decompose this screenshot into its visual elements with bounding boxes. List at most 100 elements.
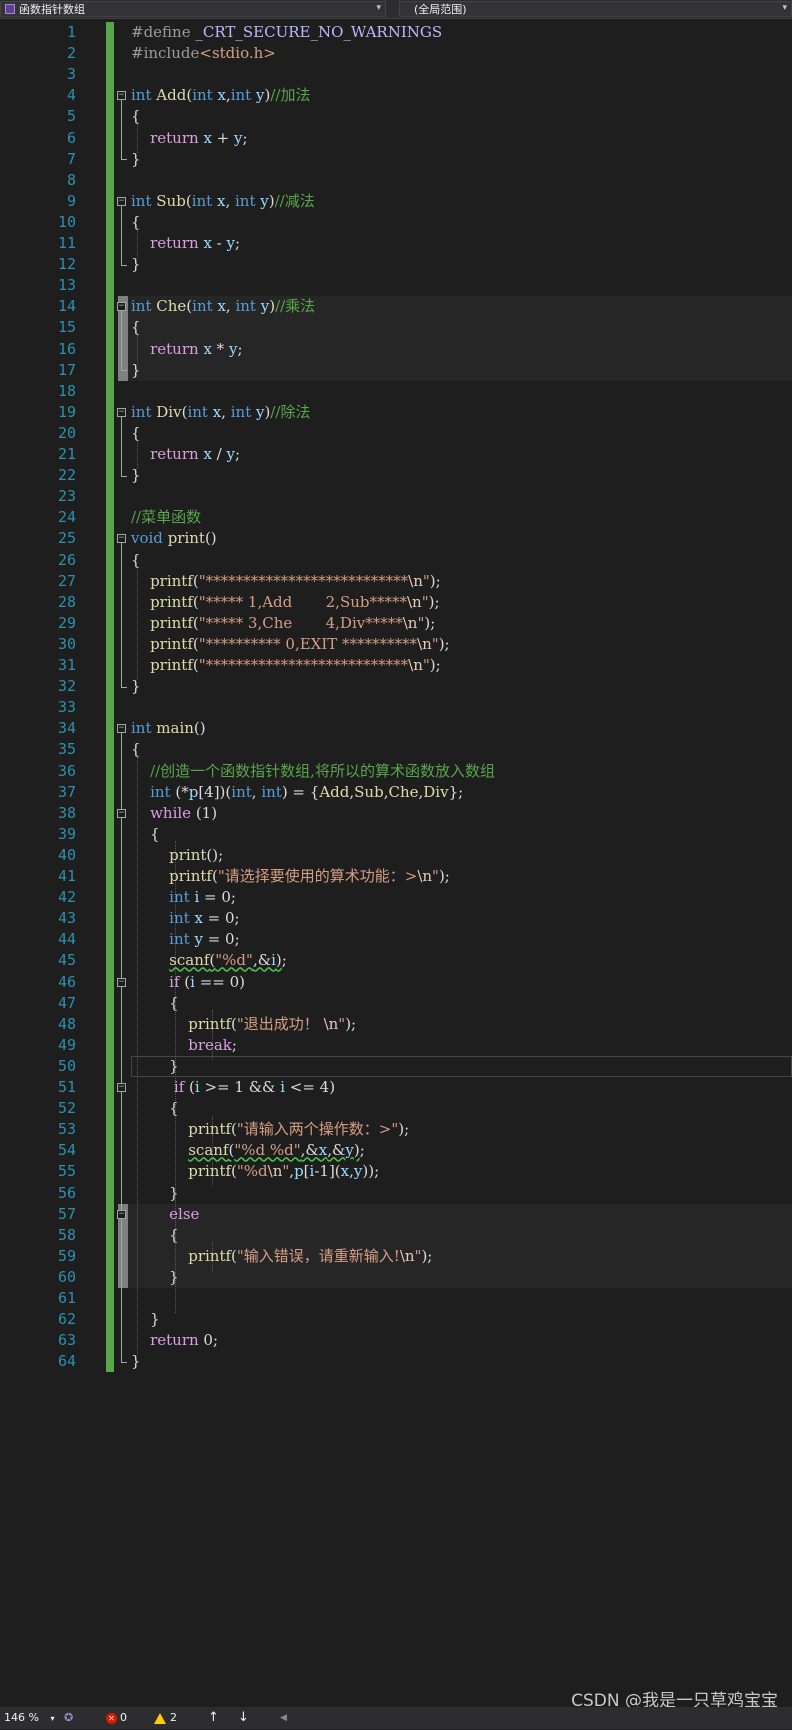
line-number: 54: [57, 1141, 76, 1160]
collapse-icon[interactable]: −: [117, 1209, 126, 1219]
code-token: "请输入两个操作数：>": [236, 1120, 399, 1139]
code-line-6: return x + y;: [150, 128, 248, 147]
code-token: int: [131, 191, 152, 210]
code-token: "退出成功！: [236, 1014, 324, 1033]
code-line-58: {: [131, 1225, 179, 1244]
line-number: 20: [57, 423, 76, 442]
fold-guide: [121, 733, 122, 1362]
code-line-53: printf("请输入两个操作数：>");: [188, 1120, 410, 1139]
code-line-32: }: [131, 677, 141, 696]
code-token: int: [235, 297, 256, 316]
code-token: Che: [388, 782, 419, 801]
arrow-up-icon[interactable]: ↑: [208, 1707, 219, 1729]
line-number: 51: [57, 1078, 76, 1096]
line-number: 2: [66, 44, 76, 63]
code-token: x: [194, 909, 203, 928]
code-token: x: [203, 445, 212, 463]
warning-indicator[interactable]: 2: [154, 1707, 177, 1729]
line-number: 10: [57, 212, 76, 231]
file-scope-dropdown[interactable]: 函数指针数组 ▾: [0, 1, 386, 17]
line-number: 6: [66, 128, 76, 147]
collapse-icon[interactable]: −: [117, 196, 126, 206]
arrow-down-icon[interactable]: ↓: [238, 1707, 249, 1729]
comment: //减法: [274, 191, 315, 210]
line-number: 43: [57, 909, 76, 928]
code-token: \n: [267, 1162, 283, 1181]
comment: //菜单函数: [131, 508, 202, 527]
line-number: 36: [57, 761, 76, 780]
code-token: i: [194, 888, 200, 907]
line-number: 24: [57, 508, 76, 527]
code-token: i: [309, 1162, 315, 1181]
code-token: y: [234, 128, 243, 147]
code-token: p: [294, 1162, 304, 1181]
code-line-12: }: [131, 255, 141, 274]
code-token: ": [432, 867, 439, 885]
collapse-icon[interactable]: −: [117, 534, 126, 544]
code-line-19: int Div(int x, int y)//除法: [131, 402, 311, 421]
collapse-icon[interactable]: −: [117, 724, 126, 734]
collapse-icon[interactable]: −: [117, 407, 126, 417]
code-token: int: [150, 782, 171, 801]
line-number: 26: [57, 550, 76, 569]
line-number: 21: [57, 445, 76, 463]
code-line-57: else: [131, 1204, 792, 1225]
directive: #include: [131, 44, 200, 63]
code-token: p: [188, 782, 199, 801]
line-number: 28: [57, 592, 76, 611]
comment: //除法: [270, 402, 311, 421]
collapse-icon[interactable]: −: [117, 302, 126, 312]
error-indicator[interactable]: ✕ 0: [106, 1707, 127, 1729]
line-number: 40: [57, 845, 76, 864]
code-token: scanf("%d %d",&x,&y): [188, 1141, 360, 1160]
code-line-34: int main(): [131, 719, 206, 738]
collapse-icon[interactable]: −: [117, 808, 126, 818]
fold-guide: [121, 205, 122, 265]
code-token: printf: [188, 1246, 232, 1265]
code-editor[interactable]: 1 2 3 4 5 6 7 8 9 10 11 12 13 14 15 16 17 18 19 20 21 22 23 24 2…: [0, 19, 792, 1707]
collapse-icon[interactable]: −: [117, 1083, 126, 1092]
line-number: 35: [57, 740, 76, 759]
code-token: ": [282, 1162, 290, 1181]
code-token: i: [190, 972, 195, 991]
code-line-17: }: [131, 360, 141, 379]
line-number: 64: [57, 1352, 76, 1371]
code-line-50: }: [131, 1056, 179, 1075]
line-number: 5: [66, 107, 76, 126]
code-token: return: [150, 445, 199, 463]
code-line-4: int Add(int x,int y)//加法: [131, 86, 311, 105]
line-number: 39: [57, 824, 76, 843]
code-token: x: [217, 297, 226, 316]
code-token: "********** 0,EXIT **********: [198, 634, 418, 653]
collapse-icon[interactable]: −: [117, 91, 126, 101]
error-icon: ✕: [106, 1712, 117, 1724]
scroll-left-icon[interactable]: ◀: [280, 1707, 287, 1729]
code-line-56: }: [131, 1183, 179, 1202]
code-token: x: [318, 1141, 328, 1160]
code-token: printf: [150, 592, 193, 611]
code-token: y: [260, 191, 269, 210]
copilot-icon[interactable]: ✪: [64, 1707, 73, 1729]
line-number: 32: [57, 677, 76, 696]
code-line-62: }: [131, 1310, 160, 1329]
code-token: Add: [319, 782, 350, 801]
line-number: 19: [57, 402, 76, 421]
zoom-dropdown[interactable]: 146 % ▾: [4, 1707, 54, 1729]
code-token: printf: [150, 613, 193, 632]
code-token: ": [338, 1014, 346, 1033]
header-name: <stdio.h>: [199, 44, 276, 63]
fold-end: [121, 264, 127, 266]
line-number: 14: [57, 297, 76, 316]
code-line-30: printf("********** 0,EXIT **********\n")…: [150, 634, 450, 653]
fold-end: [121, 686, 127, 688]
code-line-11: return x - y;: [150, 234, 241, 252]
line-number: 3: [66, 65, 76, 84]
code-line-1: #define _CRT_SECURE_NO_WARNINGS: [131, 22, 792, 43]
line-number: 42: [57, 888, 76, 907]
code-token: \n: [402, 613, 418, 632]
warning-icon: [154, 1712, 166, 1724]
collapse-icon[interactable]: −: [117, 977, 126, 987]
code-line-36: //创造一个函数指针数组,将所以的算术函数放入数组: [131, 761, 792, 782]
code-token: \n: [408, 571, 423, 590]
member-scope-dropdown[interactable]: (全局范围) ▾: [399, 1, 792, 17]
